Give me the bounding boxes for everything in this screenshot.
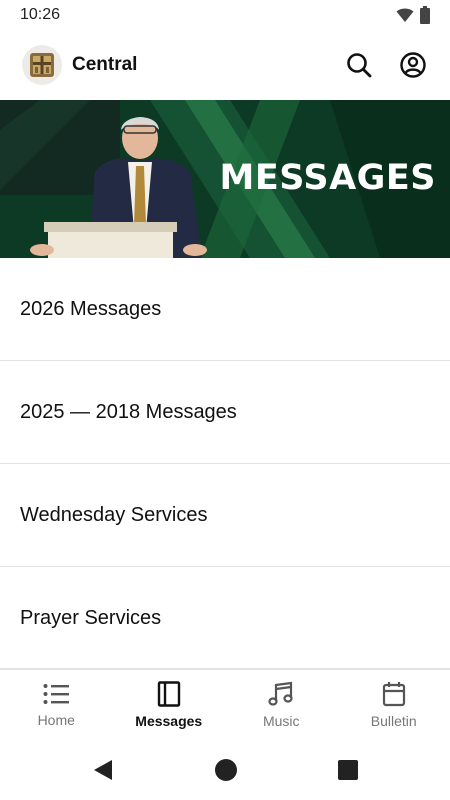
book-icon bbox=[157, 680, 180, 707]
app-title: Central bbox=[72, 54, 138, 75]
battery-icon bbox=[420, 6, 430, 24]
nav-item-messages[interactable]: Messages bbox=[113, 669, 226, 740]
home-circle-icon[interactable] bbox=[214, 758, 238, 782]
menu-item-2026-messages[interactable]: 2026 Messages bbox=[0, 258, 450, 361]
nav-label-music: Music bbox=[262, 712, 300, 729]
nav-label-bulletin: Bulletin bbox=[370, 712, 417, 729]
messages-banner: MESSAGES bbox=[0, 100, 450, 258]
nav-item-music[interactable]: Music bbox=[225, 669, 338, 740]
church-logo[interactable] bbox=[22, 45, 62, 85]
menu-item-2025-2018-messages[interactable]: 2025 — 2018 Messages bbox=[0, 361, 450, 464]
music-note-icon bbox=[268, 681, 293, 706]
app-header: Central bbox=[0, 30, 450, 100]
calendar-icon bbox=[382, 681, 405, 706]
church-logo-icon bbox=[30, 53, 54, 77]
nav-item-bulletin[interactable]: Bulletin bbox=[338, 669, 450, 740]
search-button[interactable] bbox=[344, 50, 374, 80]
messages-menu: 2026 Messages 2025 — 2018 Messages Wedne… bbox=[0, 258, 450, 670]
menu-item-wednesday-services[interactable]: Wednesday Services bbox=[0, 464, 450, 567]
recents-square-icon[interactable] bbox=[338, 760, 358, 780]
menu-item-label: Wednesday Services bbox=[20, 503, 208, 526]
wifi-icon bbox=[396, 8, 414, 22]
header-actions bbox=[344, 50, 428, 80]
system-nav-bar bbox=[0, 740, 450, 800]
status-time: 10:26 bbox=[20, 6, 61, 23]
list-icon bbox=[43, 683, 70, 704]
account-icon bbox=[400, 52, 426, 78]
search-icon bbox=[347, 53, 372, 78]
nav-item-home[interactable]: Home bbox=[0, 669, 113, 740]
bottom-nav: Home Messages Music Bulletin bbox=[0, 668, 450, 740]
menu-item-label: Prayer Services bbox=[20, 606, 162, 629]
status-bar: 10:26 bbox=[0, 0, 450, 30]
nav-label-home: Home bbox=[37, 711, 75, 728]
account-button[interactable] bbox=[398, 50, 428, 80]
menu-item-label: 2026 Messages bbox=[20, 297, 162, 320]
back-icon[interactable] bbox=[92, 758, 114, 782]
status-icons bbox=[396, 6, 430, 24]
nav-label-messages: Messages bbox=[135, 712, 203, 729]
menu-item-prayer-services[interactable]: Prayer Services bbox=[0, 567, 450, 670]
menu-item-label: 2025 — 2018 Messages bbox=[20, 400, 237, 423]
banner-title: MESSAGES bbox=[219, 158, 436, 198]
